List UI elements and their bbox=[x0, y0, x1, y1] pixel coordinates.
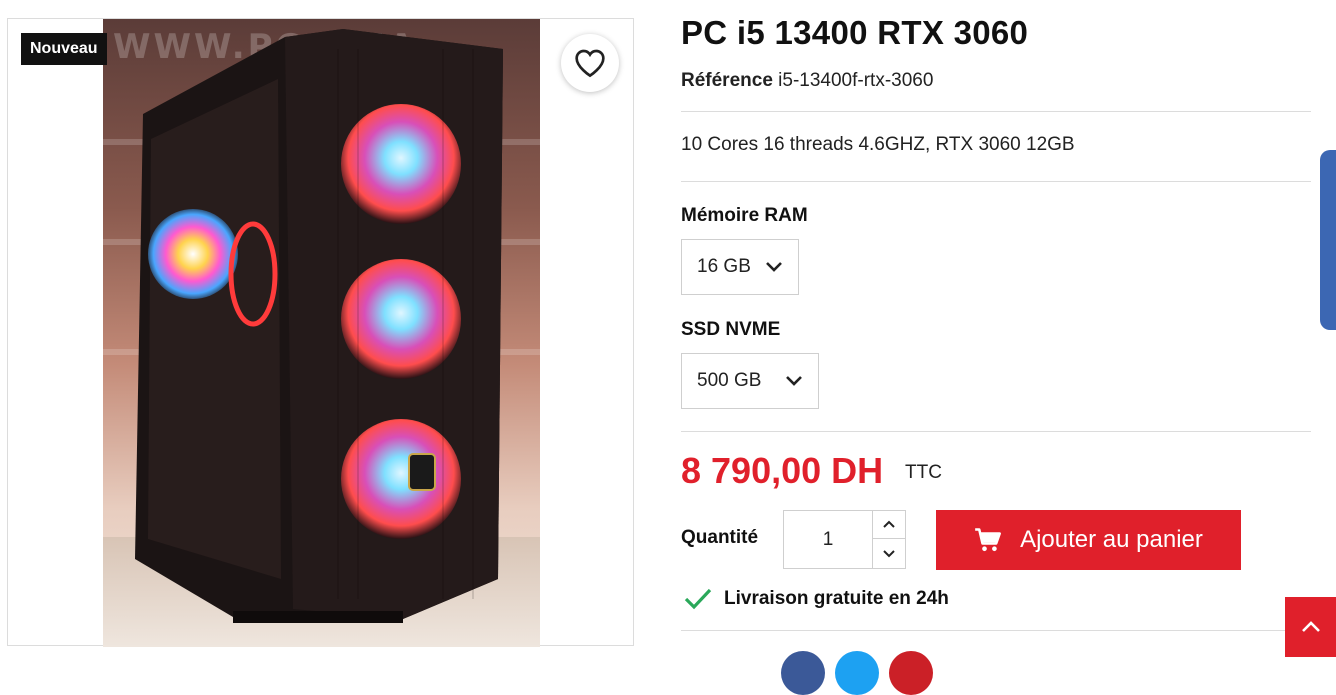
back-to-top-button[interactable] bbox=[1285, 597, 1336, 657]
chevron-up-icon bbox=[1301, 621, 1320, 632]
heart-icon bbox=[575, 49, 605, 78]
tax-label: TTC bbox=[905, 462, 942, 483]
pc-case-illustration bbox=[135, 29, 503, 623]
add-to-wishlist-button[interactable] bbox=[561, 34, 619, 92]
ssd-option-label: SSD NVME bbox=[681, 319, 781, 340]
cart-icon bbox=[974, 527, 1002, 553]
add-to-cart-label: Ajouter au panier bbox=[1020, 526, 1203, 553]
product-image-card: WWW.PC...MA Nouveau bbox=[7, 18, 634, 647]
divider bbox=[681, 630, 1311, 631]
share-twitter-button[interactable] bbox=[835, 651, 879, 695]
ram-select-value: 16 GB bbox=[697, 256, 751, 277]
chevron-down-icon bbox=[883, 550, 895, 558]
delivery-text: Livraison gratuite en 24h bbox=[724, 588, 949, 609]
quantity-stepper bbox=[783, 510, 906, 569]
divider bbox=[681, 181, 1311, 182]
product-short-description: 10 Cores 16 threads 4.6GHZ, RTX 3060 12G… bbox=[681, 134, 1075, 155]
divider bbox=[681, 431, 1311, 432]
quantity-increase-button[interactable] bbox=[872, 511, 905, 539]
share-facebook-button[interactable] bbox=[781, 651, 825, 695]
divider bbox=[681, 111, 1311, 112]
check-icon bbox=[684, 588, 712, 610]
product-title: PC i5 13400 RTX 3060 bbox=[681, 14, 1029, 51]
share-pinterest-button[interactable] bbox=[889, 651, 933, 695]
quantity-label: Quantité bbox=[681, 527, 759, 548]
quantity-input[interactable] bbox=[784, 511, 872, 568]
chevron-up-icon bbox=[883, 520, 895, 528]
product-price: 8 790,00 DH bbox=[681, 450, 884, 491]
ram-select[interactable]: 16 GB bbox=[681, 239, 799, 295]
ram-option-label: Mémoire RAM bbox=[681, 205, 808, 226]
quantity-decrease-button[interactable] bbox=[872, 539, 905, 568]
reference-value: i5-13400f-rtx-3060 bbox=[778, 70, 934, 91]
new-badge: Nouveau bbox=[21, 33, 107, 65]
product-reference: Référence i5-13400f-rtx-3060 bbox=[681, 70, 933, 92]
ssd-select-value: 500 GB bbox=[697, 370, 762, 391]
add-to-cart-button[interactable]: Ajouter au panier bbox=[936, 510, 1241, 570]
side-floating-tab[interactable] bbox=[1320, 150, 1336, 330]
chevron-down-icon bbox=[766, 262, 782, 272]
delivery-info: Livraison gratuite en 24h bbox=[684, 588, 949, 610]
chevron-down-icon bbox=[786, 376, 802, 386]
reference-label: Référence bbox=[681, 70, 773, 91]
ssd-select[interactable]: 500 GB bbox=[681, 353, 819, 409]
product-photo[interactable]: WWW.PC...MA bbox=[103, 19, 540, 647]
